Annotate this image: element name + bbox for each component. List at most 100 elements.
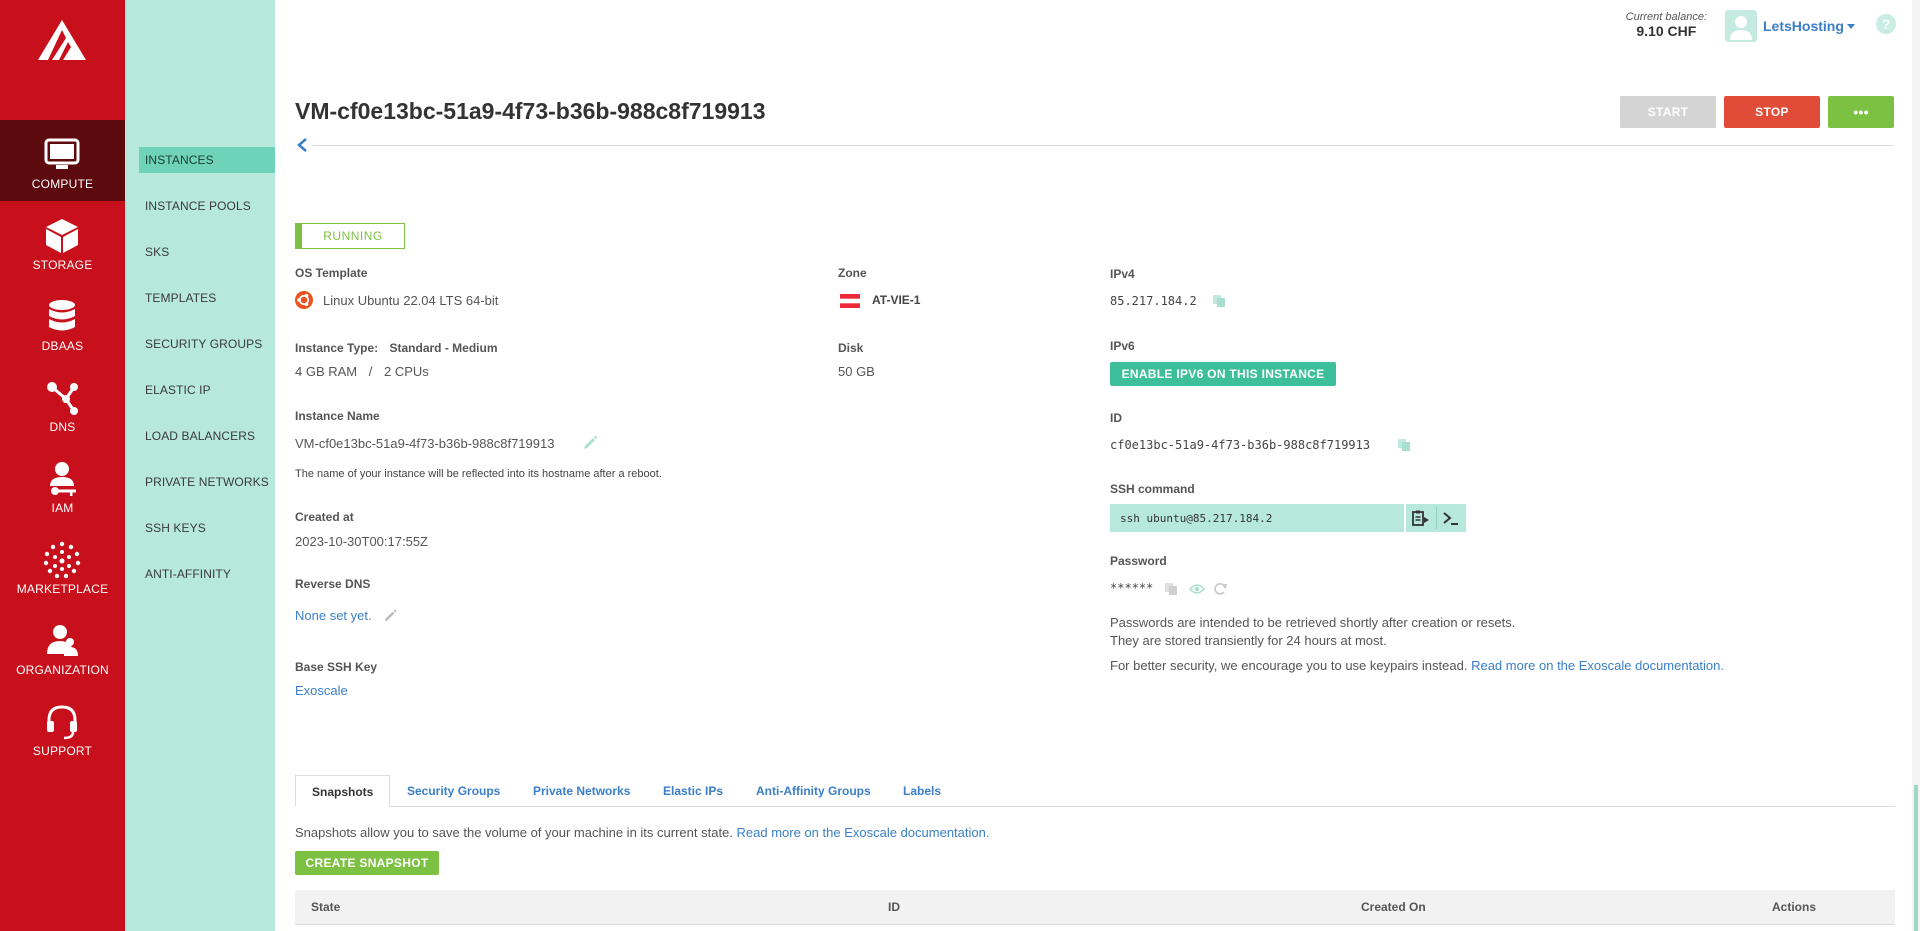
disk-label: Disk [838, 341, 864, 355]
ipv4-value: 85.217.184.2 [1110, 294, 1197, 308]
column-header-state[interactable]: State [311, 890, 340, 925]
tab-snapshots[interactable]: Snapshots [295, 775, 391, 807]
nav-item-organization[interactable]: ORGANIZATION [0, 606, 125, 687]
nav-label: ORGANIZATION [16, 663, 109, 677]
nav-label: DBAAS [41, 339, 84, 353]
more-actions-button[interactable]: ••• [1828, 96, 1894, 128]
ssh-command-field[interactable]: ssh ubuntu@85.217.184.2 [1110, 504, 1404, 532]
reverse-dns-value[interactable]: None set yet. [295, 608, 372, 623]
copy-id-icon[interactable] [1397, 438, 1411, 452]
copy-password-icon[interactable] [1164, 582, 1178, 596]
ssh-key-link[interactable]: Exoscale [295, 683, 348, 698]
ssh-actions-divider [1436, 507, 1437, 529]
subnav-item-security-groups[interactable]: SECURITY GROUPS [139, 331, 275, 357]
user-menu[interactable]: LetsHosting [1725, 9, 1855, 43]
subnav-item-private-networks[interactable]: PRIVATE NETWORKS [139, 469, 275, 495]
database-icon [49, 300, 75, 331]
tab-anti-affinity-groups[interactable]: Anti-Affinity Groups [756, 775, 871, 807]
subnav-item-load-balancers[interactable]: LOAD BALANCERS [139, 423, 275, 449]
austria-flag-icon [840, 294, 860, 308]
compute-subnav: INSTANCES INSTANCE POOLS SKS TEMPLATES S… [125, 0, 275, 931]
nav-item-dbaas[interactable]: DBAAS [0, 282, 125, 363]
nav-label: DNS [49, 420, 76, 434]
ipv4-label: IPv4 [1110, 267, 1135, 281]
snapshots-description-text: Snapshots allow you to save the volume o… [295, 825, 733, 840]
subnav-item-ssh-keys[interactable]: SSH KEYS [139, 515, 275, 541]
nav-item-dns[interactable]: DNS [0, 363, 125, 444]
cpu-value: 2 CPUs [384, 364, 429, 379]
tab-elastic-ips[interactable]: Elastic IPs [663, 775, 723, 807]
help-icon[interactable]: ? [1876, 14, 1896, 34]
exoscale-logo[interactable] [38, 20, 86, 60]
nav-item-compute[interactable]: COMPUTE [0, 120, 125, 201]
stop-button[interactable]: STOP [1724, 96, 1820, 128]
zone-label: Zone [838, 266, 867, 280]
instance-name-hint: The name of your instance will be reflec… [295, 468, 662, 480]
ssh-key-label: Base SSH Key [295, 660, 378, 674]
enable-ipv6-button[interactable]: ENABLE IPV6 ON THIS INSTANCE [1110, 362, 1336, 386]
create-snapshot-button[interactable]: CREATE SNAPSHOT [295, 851, 439, 875]
status-badge: RUNNING [295, 223, 405, 249]
terminal-icon[interactable] [1442, 510, 1460, 526]
dots-circle-icon [43, 541, 81, 579]
avatar [1725, 10, 1757, 42]
scrollbar-thumb[interactable] [1914, 785, 1918, 931]
nav-item-support[interactable]: SUPPORT [0, 687, 125, 768]
copy-ssh-icon[interactable] [1412, 510, 1430, 526]
reset-password-icon[interactable] [1212, 581, 1228, 597]
subnav-item-elastic-ip[interactable]: ELASTIC IP [139, 377, 275, 403]
main-nav: COMPUTE STORAGE DBAAS DNS IAM MARKETPLAC… [0, 0, 125, 931]
balance-display: Current balance: 9.10 CHF [1626, 11, 1707, 39]
nav-item-storage[interactable]: STORAGE [0, 201, 125, 282]
instance-type-value: Standard - Medium [389, 341, 498, 355]
ipv6-label: IPv6 [1110, 339, 1135, 353]
disk-value: 50 GB [838, 364, 875, 379]
start-button[interactable]: START [1620, 96, 1716, 128]
ram-value: 4 GB RAM [295, 364, 358, 379]
password-security-text: For better security, we encourage you to… [1110, 658, 1468, 673]
tab-labels[interactable]: Labels [903, 775, 941, 807]
subnav-item-instances[interactable]: INSTANCES [139, 147, 275, 173]
copy-ipv4-icon[interactable] [1212, 294, 1226, 308]
nav-label: IAM [51, 501, 74, 515]
instance-type-label: Instance Type: Standard - Medium [295, 341, 498, 355]
subnav-item-templates[interactable]: TEMPLATES [139, 285, 275, 311]
password-note-line-1: Passwords are intended to be retrieved s… [1110, 615, 1516, 630]
created-at-value: 2023-10-30T00:17:55Z [295, 534, 428, 549]
cube-icon [46, 219, 78, 253]
tab-private-networks[interactable]: Private Networks [533, 775, 630, 807]
subnav-item-anti-affinity[interactable]: ANTI-AFFINITY [139, 561, 275, 587]
edit-rdns-icon[interactable] [384, 609, 397, 622]
username: LetsHosting [1763, 18, 1844, 34]
column-header-actions: Actions [1772, 900, 1817, 914]
password-note: Passwords are intended to be retrieved s… [1110, 614, 1515, 650]
balance-caption: Current balance: [1625, 11, 1707, 23]
snapshots-doc-link[interactable]: Read more on the Exoscale documentation. [737, 825, 990, 840]
instance-name-label: Instance Name [295, 409, 380, 423]
password-security-note: For better security, we encourage you to… [1110, 658, 1724, 673]
back-arrow-icon[interactable] [295, 136, 309, 154]
ssh-command-label: SSH command [1110, 482, 1195, 496]
show-password-icon[interactable] [1189, 583, 1205, 595]
tab-security-groups[interactable]: Security Groups [407, 775, 500, 807]
nav-item-marketplace[interactable]: MARKETPLACE [0, 525, 125, 606]
created-at-label: Created at [295, 510, 354, 524]
user-key-icon [50, 462, 76, 496]
subnav-item-instance-pools[interactable]: INSTANCE POOLS [139, 193, 275, 219]
ubuntu-icon [295, 291, 313, 309]
password-doc-link[interactable]: Read more on the Exoscale documentation. [1471, 658, 1724, 673]
column-header-created-on[interactable]: Created On [1361, 890, 1426, 925]
ssh-actions [1406, 504, 1466, 532]
id-value: cf0e13bc-51a9-4f73-b36b-988c8f719913 [1110, 438, 1371, 452]
instance-tabs: Snapshots Security Groups Private Networ… [295, 775, 1895, 807]
edit-name-icon[interactable] [583, 435, 598, 450]
column-header-id[interactable]: ID [888, 890, 900, 925]
snapshots-description: Snapshots allow you to save the volume o… [295, 825, 989, 840]
subnav-item-sks[interactable]: SKS [139, 239, 275, 265]
user-avatar-icon [1730, 16, 1752, 40]
users-icon [47, 625, 78, 656]
nav-item-iam[interactable]: IAM [0, 444, 125, 525]
app-root: COMPUTE STORAGE DBAAS DNS IAM MARKETPLAC… [0, 0, 1920, 931]
headset-icon [47, 705, 77, 740]
nav-label: COMPUTE [31, 177, 94, 191]
